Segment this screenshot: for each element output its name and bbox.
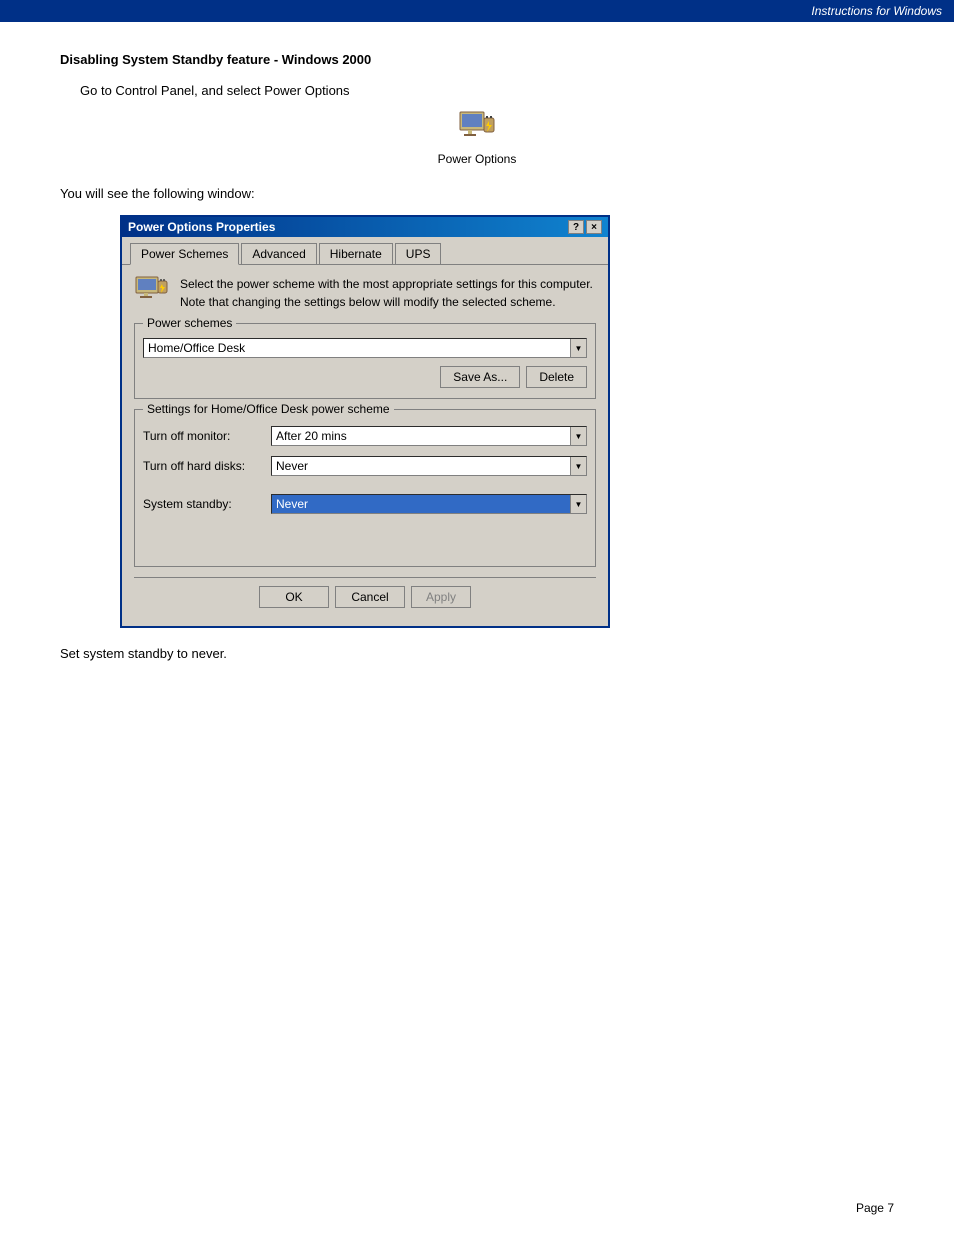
info-text: Select the power scheme with the most ap… xyxy=(180,275,596,311)
turn-off-monitor-row: Turn off monitor: After 20 mins ▼ xyxy=(143,426,587,446)
power-options-icon-label: Power Options xyxy=(438,152,517,166)
info-section: Select the power scheme with the most ap… xyxy=(134,275,596,311)
instruction-text: Go to Control Panel, and select Power Op… xyxy=(80,83,894,98)
turn-off-monitor-value: After 20 mins xyxy=(272,427,570,445)
power-schemes-group: Power schemes Home/Office Desk ▼ Save As… xyxy=(134,323,596,399)
dialog-title: Power Options Properties xyxy=(128,220,275,234)
scheme-dropdown[interactable]: Home/Office Desk ▼ xyxy=(143,338,587,358)
page-number: Page 7 xyxy=(856,1201,894,1215)
cancel-button[interactable]: Cancel xyxy=(335,586,405,608)
turn-off-hard-disks-dropdown[interactable]: Never ▼ xyxy=(271,456,587,476)
power-options-icon-container: Power Options xyxy=(60,110,894,166)
system-standby-arrow[interactable]: ▼ xyxy=(570,495,586,513)
following-window-text: You will see the following window: xyxy=(60,186,894,201)
power-schemes-legend: Power schemes xyxy=(143,316,236,330)
tab-advanced[interactable]: Advanced xyxy=(241,243,316,264)
close-button[interactable]: × xyxy=(586,220,602,234)
page-title: Disabling System Standby feature - Windo… xyxy=(60,52,894,67)
turn-off-hard-disks-label: Turn off hard disks: xyxy=(143,459,263,473)
turn-off-hard-disks-arrow[interactable]: ▼ xyxy=(570,457,586,475)
settings-legend: Settings for Home/Office Desk power sche… xyxy=(143,402,394,416)
header-bar: Instructions for Windows xyxy=(0,0,954,22)
turn-off-hard-disks-value: Never xyxy=(272,457,570,475)
turn-off-hard-disks-row: Turn off hard disks: Never ▼ xyxy=(143,456,587,476)
titlebar-buttons: ? × xyxy=(568,220,602,234)
save-delete-row: Save As... Delete xyxy=(143,366,587,388)
turn-off-monitor-arrow[interactable]: ▼ xyxy=(570,427,586,445)
dialog-tabs: Power Schemes Advanced Hibernate UPS xyxy=(122,237,608,265)
scheme-dropdown-arrow[interactable]: ▼ xyxy=(570,339,586,357)
dialog-titlebar: Power Options Properties ? × xyxy=(122,217,608,237)
header-text: Instructions for Windows xyxy=(811,4,942,18)
settings-group: Settings for Home/Office Desk power sche… xyxy=(134,409,596,567)
save-as-button[interactable]: Save As... xyxy=(440,366,520,388)
help-button[interactable]: ? xyxy=(568,220,584,234)
system-standby-dropdown[interactable]: Never ▼ xyxy=(271,494,587,514)
dialog-body: Select the power scheme with the most ap… xyxy=(122,265,608,626)
system-standby-row: System standby: Never ▼ xyxy=(143,494,587,514)
system-standby-label: System standby: xyxy=(143,497,263,511)
dialog-footer: OK Cancel Apply xyxy=(134,577,596,616)
scheme-row: Home/Office Desk ▼ xyxy=(143,338,587,358)
apply-button[interactable]: Apply xyxy=(411,586,471,608)
tab-ups[interactable]: UPS xyxy=(395,243,442,264)
bottom-instruction-text: Set system standby to never. xyxy=(60,646,894,661)
turn-off-monitor-dropdown[interactable]: After 20 mins ▼ xyxy=(271,426,587,446)
main-content: Disabling System Standby feature - Windo… xyxy=(0,22,954,691)
scheme-value: Home/Office Desk xyxy=(144,339,570,357)
power-options-dialog: Power Options Properties ? × Power Schem… xyxy=(120,215,610,628)
system-standby-value: Never xyxy=(272,495,570,513)
ok-button[interactable]: OK xyxy=(259,586,329,608)
dialog-info-icon xyxy=(134,275,170,311)
turn-off-monitor-label: Turn off monitor: xyxy=(143,429,263,443)
delete-button[interactable]: Delete xyxy=(526,366,587,388)
power-options-svg-icon xyxy=(456,110,498,148)
tab-hibernate[interactable]: Hibernate xyxy=(319,243,393,264)
tab-power-schemes[interactable]: Power Schemes xyxy=(130,243,239,265)
